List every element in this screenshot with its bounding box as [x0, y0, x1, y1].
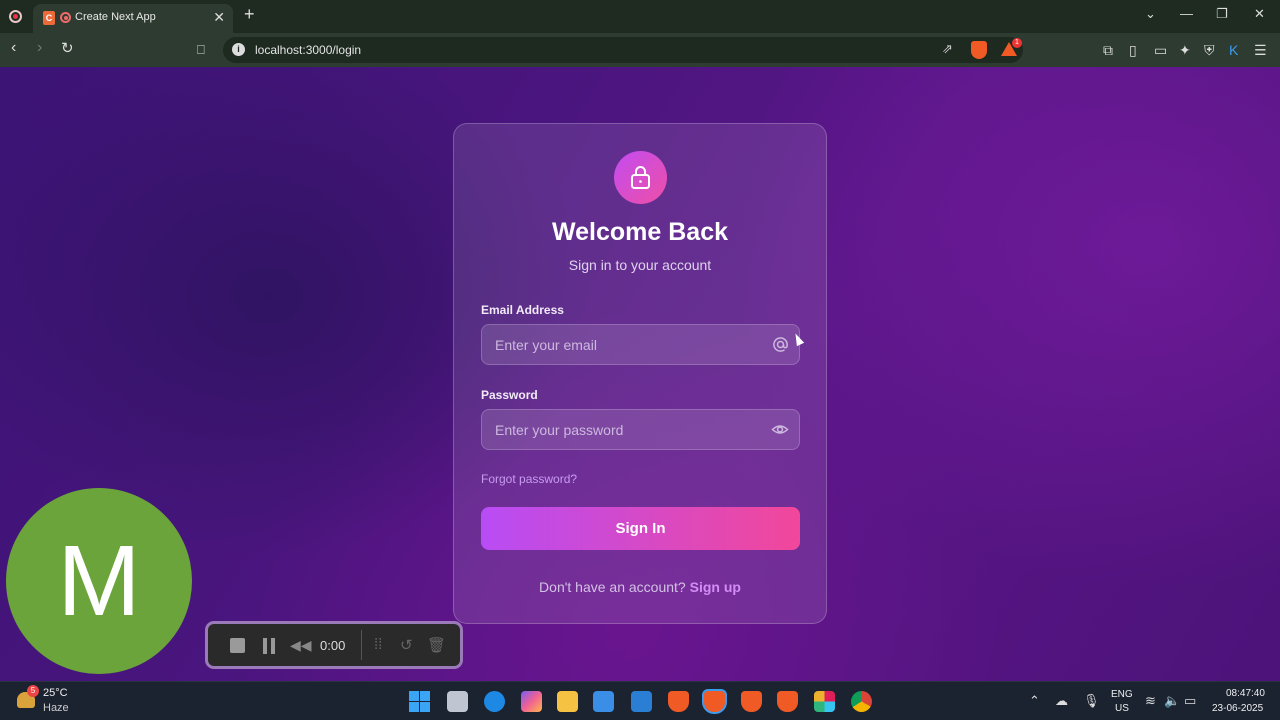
weather-temperature[interactable]: 25°C [43, 687, 68, 699]
sign-in-button[interactable]: Sign In [481, 507, 800, 550]
recording-indicator-icon [9, 10, 22, 23]
file-explorer-icon[interactable] [557, 691, 578, 712]
maximize-icon[interactable]: ❐ [1216, 6, 1228, 22]
forgot-password-link[interactable]: Forgot password? [481, 472, 577, 486]
clock-time[interactable]: 08:47:40 [1226, 688, 1265, 699]
brave-shields-icon[interactable] [971, 41, 987, 59]
tab-recording-icon [60, 12, 71, 23]
brave-window-3-icon[interactable] [777, 691, 798, 712]
share-icon[interactable]: ⇗ [942, 41, 953, 57]
email-field[interactable] [482, 325, 762, 364]
wallet-icon[interactable]: ▭ [1154, 42, 1167, 59]
browser-nav-bar: ‹ › ↻ ⎕ i localhost:3000/login ⇗ 1 ⧉ ▯ ▭… [0, 33, 1280, 67]
forward-icon[interactable]: › [37, 39, 42, 57]
wifi-icon[interactable]: ≋ [1145, 693, 1156, 709]
lock-icon [631, 166, 650, 189]
back-icon[interactable]: ‹ [11, 39, 16, 57]
start-button-icon[interactable] [409, 691, 430, 712]
at-sign-icon [773, 337, 788, 352]
lock-badge [614, 151, 667, 204]
volume-icon[interactable]: 🔈 [1164, 693, 1180, 709]
vscode-icon[interactable] [631, 691, 652, 712]
site-info-icon[interactable]: i [232, 43, 245, 56]
browser-tab-bar: C Create Next App ✕ + ⌄ — ❐ ✕ [0, 0, 1280, 33]
brave-window-2-icon[interactable] [741, 691, 762, 712]
task-view-icon[interactable] [447, 691, 468, 712]
email-field-wrapper[interactable] [481, 324, 800, 365]
restart-icon[interactable]: ↺ [400, 636, 413, 654]
show-password-eye-icon[interactable] [771, 421, 789, 438]
close-window-icon[interactable]: ✕ [1254, 6, 1265, 22]
battery-icon[interactable]: ▭ [1184, 693, 1196, 709]
password-field-wrapper[interactable] [481, 409, 800, 450]
login-card: Welcome Back Sign in to your account Ema… [453, 123, 827, 624]
slack-icon[interactable] [814, 691, 835, 712]
vpn-icon[interactable]: ⛨ [1204, 42, 1215, 59]
signup-prompt: Don't have an account? [539, 579, 686, 595]
tab-search-chevron-icon[interactable]: ⌄ [1145, 6, 1156, 22]
login-page: Welcome Back Sign in to your account Ema… [0, 67, 1280, 681]
chrome-icon[interactable] [851, 691, 872, 712]
leo-ai-icon[interactable]: ✦ [1179, 42, 1191, 59]
clock-date[interactable]: 23-06-2025 [1212, 703, 1263, 714]
weather-description[interactable]: Haze [43, 702, 69, 714]
page-title: Welcome Back [551, 218, 728, 246]
password-label: Password [481, 388, 538, 402]
password-field[interactable] [482, 410, 762, 449]
microphone-icon[interactable]: 🎙 [1083, 693, 1100, 709]
toolbar-divider [361, 630, 362, 660]
new-tab-icon[interactable]: + [244, 4, 255, 25]
weather-badge: 5 [27, 685, 39, 697]
tab-close-icon[interactable]: ✕ [213, 9, 225, 26]
rewards-badge: 1 [1012, 38, 1022, 48]
language-indicator[interactable]: ENG [1111, 689, 1133, 700]
onedrive-icon[interactable]: ☁ [1055, 693, 1068, 709]
sidebar-icon[interactable]: ▯ [1129, 42, 1137, 59]
email-label: Email Address [481, 303, 564, 317]
pause-recording-button[interactable] [263, 638, 275, 654]
copilot-icon[interactable] [521, 691, 542, 712]
region-indicator[interactable]: US [1115, 703, 1129, 714]
delete-icon[interactable]: 🗑 [427, 636, 446, 654]
tray-overflow-chevron-icon[interactable]: ⌃ [1029, 693, 1040, 709]
extension-k-icon[interactable]: K [1229, 42, 1238, 58]
brave-taskbar-icon[interactable] [668, 691, 689, 712]
screen-recorder-toolbar: ◀◀ 0:00 ⁞⁞ ↺ 🗑 [205, 621, 463, 669]
taskbar: 5 25°C Haze ⌃ ☁ 🎙 ENG US ≋ 🔈 ▭ 08:47:40 … [0, 681, 1280, 720]
sign-up-link[interactable]: Sign up [690, 579, 741, 595]
browser-tab[interactable]: C Create Next App ✕ [33, 4, 233, 33]
rewind-icon[interactable]: ◀◀ [290, 637, 312, 654]
address-bar[interactable]: i localhost:3000/login ⇗ 1 [223, 37, 1023, 63]
bookmark-icon[interactable]: ⎕ [197, 42, 205, 58]
recording-timer: 0:00 [320, 638, 346, 653]
menu-icon[interactable]: ☰ [1254, 42, 1267, 59]
page-subtitle: Sign in to your account [568, 257, 712, 273]
brave-active-icon[interactable] [704, 691, 725, 712]
reload-icon[interactable]: ↻ [61, 39, 74, 57]
tab-title: Create Next App [75, 11, 156, 23]
grid-icon[interactable]: ⁞⁞ [374, 636, 382, 653]
edge-icon[interactable] [484, 691, 505, 712]
signup-row: Don't have an account? Sign up [454, 579, 826, 595]
stop-recording-button[interactable] [223, 637, 253, 655]
extensions-icon[interactable]: ⧉ [1103, 42, 1113, 59]
microsoft-store-icon[interactable] [593, 691, 614, 712]
minimize-icon[interactable]: — [1180, 6, 1193, 21]
webcam-avatar: M [6, 488, 192, 674]
tab-favicon-icon: C [43, 11, 55, 25]
address-url[interactable]: localhost:3000/login [255, 43, 361, 57]
